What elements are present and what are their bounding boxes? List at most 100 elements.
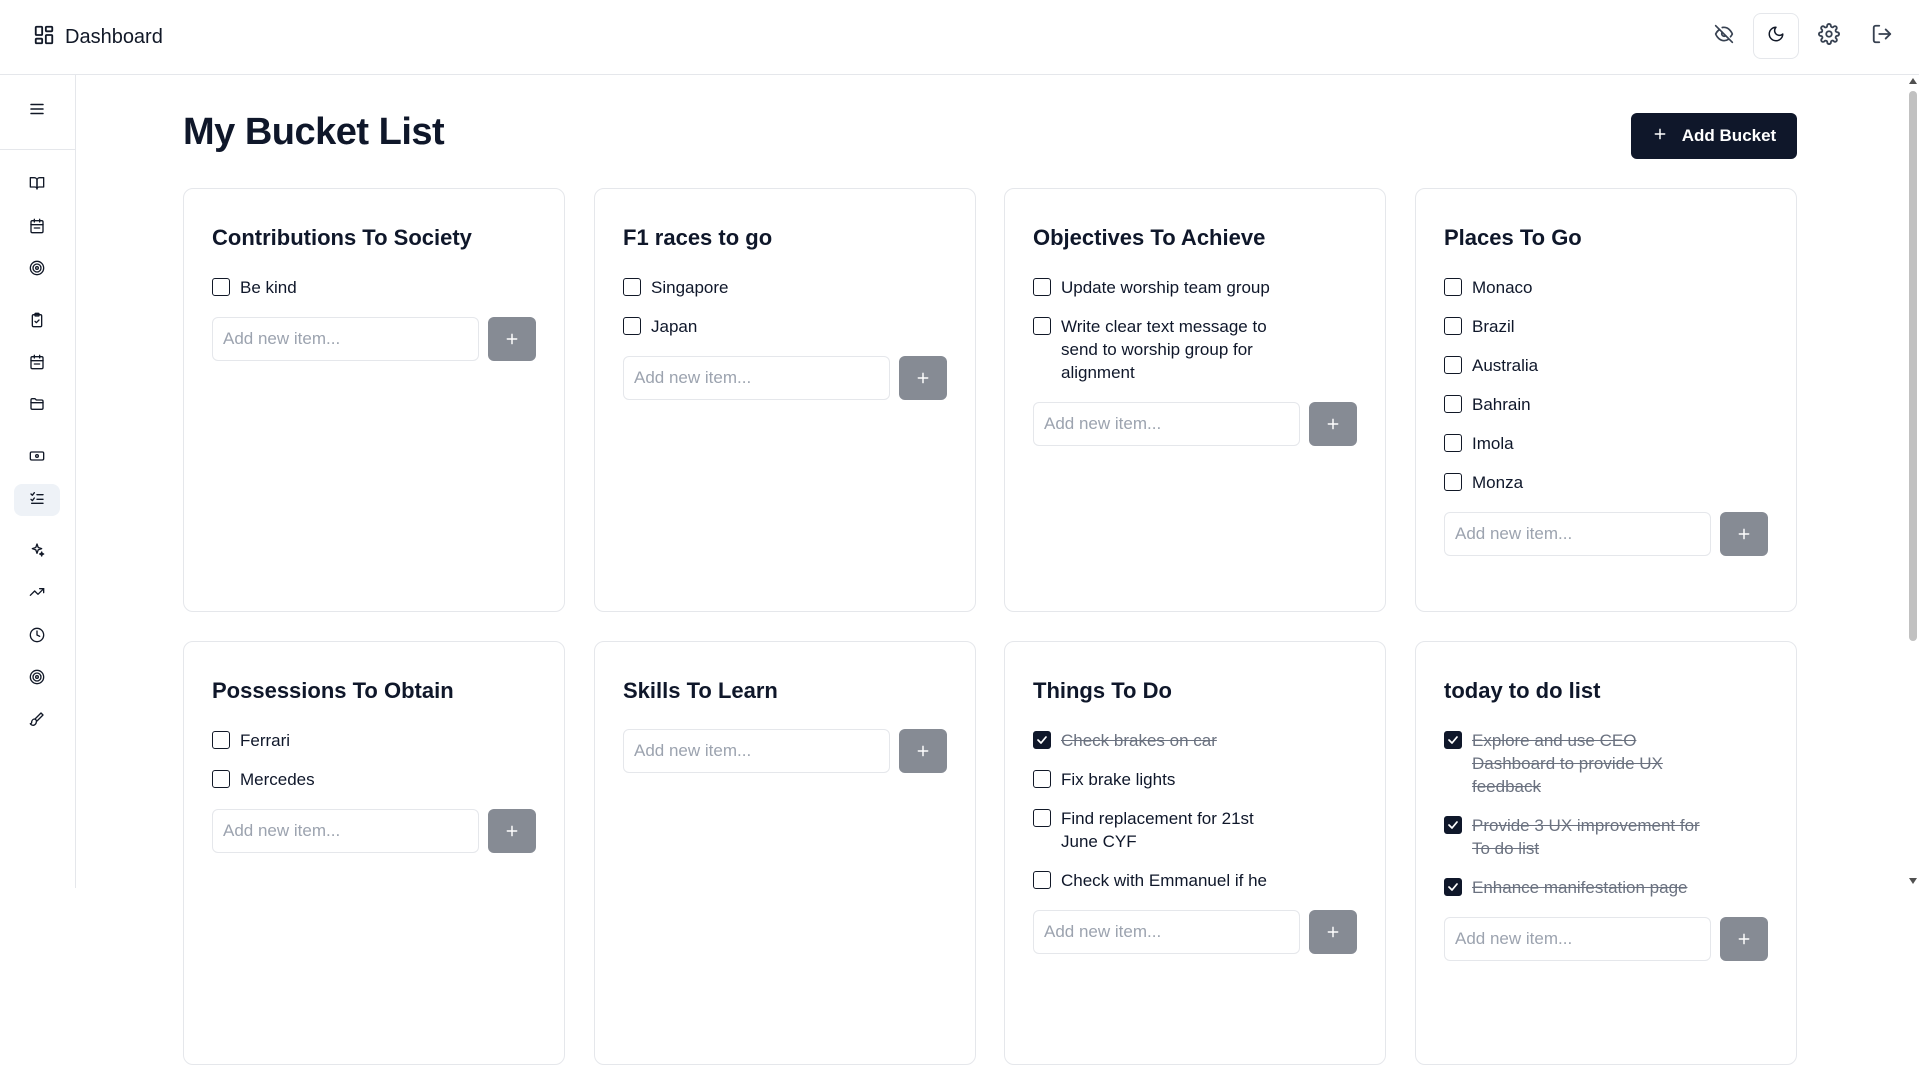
add-item-input[interactable] [1444,917,1711,961]
checkbox[interactable] [212,770,230,788]
checkbox[interactable] [623,278,641,296]
item-label: Fix brake lights [1061,770,1176,789]
clipboard-icon [29,312,45,333]
checkbox[interactable] [1033,871,1051,889]
check-icon [1448,883,1458,891]
add-item-button[interactable] [1309,910,1357,954]
sparkles-icon [29,542,45,563]
checkbox[interactable] [1444,317,1462,335]
list-item: Be kind [212,276,542,299]
checkbox[interactable] [1033,278,1051,296]
folder-icon [29,396,45,417]
sidebar-item-bucket-list[interactable] [14,484,60,516]
logout-button[interactable] [1859,13,1905,59]
add-item-input[interactable] [1444,512,1711,556]
sidebar-divider [0,149,75,150]
add-item-button[interactable] [899,356,947,400]
add-item-button[interactable] [1720,917,1768,961]
list-item: Provide 3 UX improvement for To do list [1444,814,1774,860]
checkbox[interactable] [1444,434,1462,452]
trending-up-icon [29,584,45,605]
add-item-input[interactable] [212,809,479,853]
bucket-card-objectives-to-achieve: Objectives To Achieve Update worship team… [1004,188,1386,612]
add-item-input[interactable] [623,356,890,400]
settings-icon [1818,22,1840,50]
bucket-card-places-to-go: Places To Go Monaco Brazil Australia Bahrain… [1415,188,1797,612]
item-label: Monza [1472,473,1524,492]
checkbox[interactable] [212,278,230,296]
add-item-row [1033,402,1363,446]
page-title: My Bucket List [183,111,445,153]
sidebar-item-manifestation[interactable] [14,536,60,568]
hide-values-button[interactable] [1701,13,1747,59]
sidebar-item-goals[interactable] [14,254,60,286]
sidebar-item-tasks[interactable] [14,306,60,338]
bucket-items: Update worship team group Write clear tex… [1033,276,1363,446]
item-label: Check brakes on car [1061,731,1217,750]
bucket-title: Skills To Learn [623,678,778,703]
plus-icon [1652,126,1668,147]
bucket-card-f1-races-to-go: F1 races to go Singapore Japan [594,188,976,612]
add-item-row [212,317,542,361]
add-item-button[interactable] [488,809,536,853]
checkbox[interactable] [1444,356,1462,374]
settings-button[interactable] [1806,13,1852,59]
list-item: Japan [623,315,953,338]
checkbox[interactable] [1033,770,1051,788]
list-item: Update worship team group [1033,276,1363,299]
add-item-button[interactable] [899,729,947,773]
sidebar-item-calendar[interactable] [14,212,60,244]
sidebar-item-time[interactable] [14,621,60,653]
sidebar-item-creative[interactable] [14,705,60,737]
brand[interactable]: Dashboard [33,24,163,51]
item-label: Singapore [651,278,729,297]
bucket-card-things-to-do: Things To Do Check brakes on car Fix brake… [1004,641,1386,1065]
checkbox[interactable] [1444,278,1462,296]
list-item: Monaco [1444,276,1774,299]
theme-toggle-button[interactable] [1753,13,1799,59]
add-item-input[interactable] [623,729,890,773]
checkbox[interactable] [623,317,641,335]
add-bucket-button[interactable]: Add Bucket [1631,113,1797,159]
item-label: Update worship team group [1061,278,1270,297]
sidebar-item-progress[interactable] [14,578,60,610]
checkbox[interactable] [1033,317,1051,335]
money-icon [29,448,45,469]
scroll-up-arrow-icon[interactable] [1909,78,1917,84]
plus-icon [1738,528,1750,540]
list-item: Bahrain [1444,393,1774,416]
bucket-title: today to do list [1444,678,1601,703]
checkbox-checked[interactable] [1444,878,1462,896]
bucket-card-contributions-to-society: Contributions To Society Be kind [183,188,565,612]
checkbox-checked[interactable] [1444,816,1462,834]
sidebar-item-focus[interactable] [14,663,60,695]
sidebar-item-projects[interactable] [14,390,60,422]
scroll-down-arrow-icon[interactable] [1909,878,1917,884]
add-item-input[interactable] [1033,910,1300,954]
checkbox-checked[interactable] [1444,731,1462,749]
add-item-button[interactable] [488,317,536,361]
plus-icon [917,745,929,757]
checkbox[interactable] [1444,395,1462,413]
checkbox[interactable] [1444,473,1462,491]
checkbox-checked[interactable] [1033,731,1051,749]
add-item-row [1444,512,1774,556]
add-item-row [212,809,542,853]
checkbox[interactable] [1033,809,1051,827]
add-item-button[interactable] [1720,512,1768,556]
add-item-input[interactable] [1033,402,1300,446]
add-item-button[interactable] [1309,402,1357,446]
sidebar-item-finance[interactable] [14,442,60,474]
item-label: Brazil [1472,317,1515,336]
scrollbar-thumb[interactable] [1909,91,1917,641]
sidebar-item-schedule[interactable] [14,348,60,380]
sidebar-item-journal[interactable] [14,169,60,201]
sidebar-toggle-button[interactable] [14,95,60,127]
bucket-title: Things To Do [1033,678,1172,703]
add-item-input[interactable] [212,317,479,361]
list-item: Write clear text message to send to wors… [1033,315,1363,384]
checkbox[interactable] [212,731,230,749]
bucket-title: F1 races to go [623,225,773,250]
bucket-card-skills-to-learn: Skills To Learn [594,641,976,1065]
target-icon [29,260,45,281]
